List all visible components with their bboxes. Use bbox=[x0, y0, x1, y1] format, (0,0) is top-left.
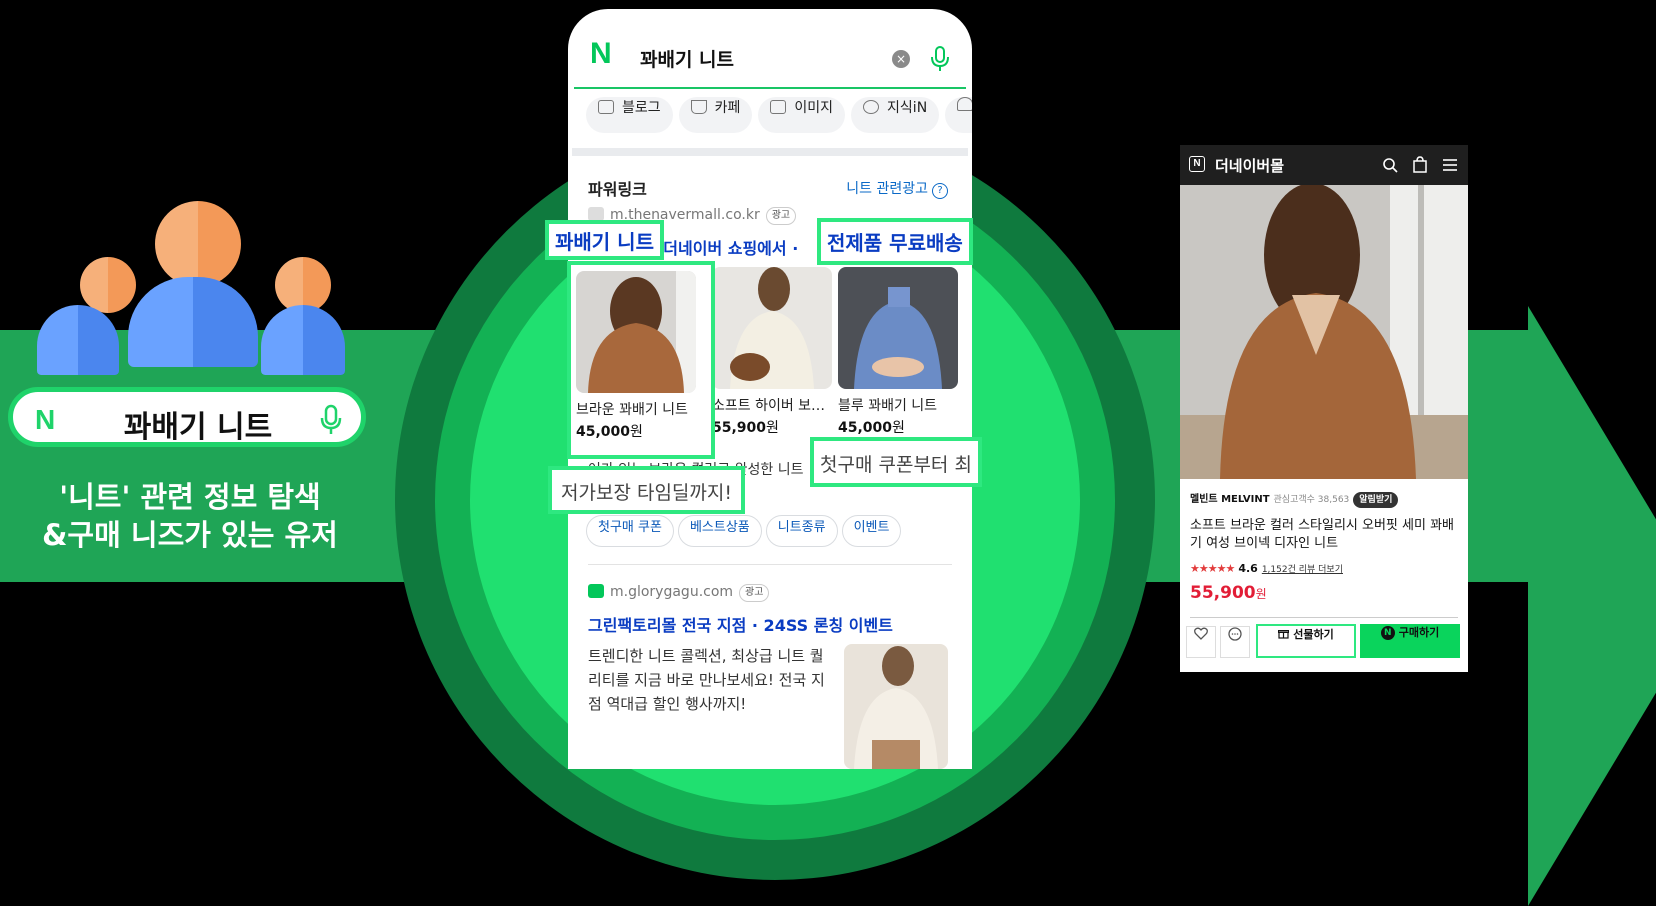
wishlist-button[interactable] bbox=[1186, 626, 1216, 658]
reviews-link[interactable]: 1,152건 리뷰 더보기 bbox=[1262, 565, 1343, 575]
heart-icon bbox=[1194, 627, 1208, 640]
chat-icon bbox=[1228, 627, 1242, 641]
ad-headline-2[interactable]: 그린팩토리몰 전국 지점 · 24SS 론칭 이벤트 bbox=[588, 612, 893, 636]
blog-icon bbox=[588, 584, 604, 598]
divider bbox=[588, 564, 952, 565]
product-price: 55,900원 bbox=[1190, 583, 1267, 603]
product-card[interactable]: 소프트 하이버 보… 55,900원 bbox=[712, 267, 832, 437]
naver-logo: N bbox=[590, 37, 612, 70]
site-icon bbox=[588, 207, 604, 221]
menu-icon[interactable] bbox=[1442, 158, 1458, 172]
product-image-cream bbox=[712, 267, 832, 389]
product-image-blue bbox=[838, 267, 958, 389]
rating-row: ★★★★★ 4.6 1,152건 리뷰 더보기 bbox=[1190, 562, 1343, 575]
product-title: 소프트 브라운 컬러 스타일리시 오버핏 세미 꽈배기 여성 브이넥 디자인 니… bbox=[1190, 518, 1454, 551]
alarm-button[interactable]: 알림받기 bbox=[1353, 492, 1399, 508]
ad-sitelinks: 첫구매 쿠폰 베스트상품 니트종류 이벤트 bbox=[586, 515, 905, 547]
person-icon bbox=[957, 97, 972, 111]
tab-more[interactable] bbox=[945, 97, 972, 133]
user-caption: '니트' 관련 정보 탐색 &구매 니즈가 있는 유저 bbox=[0, 478, 380, 554]
search-icon[interactable] bbox=[1382, 157, 1398, 173]
divider bbox=[1190, 617, 1458, 618]
callout-keyword: 꽈배기 니트 bbox=[545, 220, 664, 260]
callout-lowest-price: 저가보장 타임딜까지! bbox=[548, 466, 745, 514]
shop-header: N 더네이버몰 bbox=[1180, 145, 1468, 185]
search-input[interactable]: 꽈배기 니트 bbox=[640, 45, 734, 72]
gift-icon bbox=[1278, 630, 1290, 639]
related-ads-link[interactable]: 니트 관련광고? bbox=[846, 178, 948, 199]
divider bbox=[572, 148, 968, 156]
caption-line-2: &구매 니즈가 있는 유저 bbox=[42, 518, 338, 552]
tab-cafe[interactable]: 카페 bbox=[678, 97, 753, 133]
buy-button[interactable]: N 구매하기 bbox=[1360, 624, 1460, 658]
blog-icon bbox=[598, 100, 614, 114]
kin-icon bbox=[863, 100, 880, 114]
microphone-icon bbox=[320, 404, 342, 434]
ad-headline-1[interactable]: 는 더네이버 쇼핑에서 · bbox=[643, 235, 798, 259]
search-bar-illustration: N 꽈배기 니트 bbox=[8, 387, 366, 447]
users-illustration bbox=[35, 195, 355, 375]
ad-thumbnail[interactable] bbox=[844, 644, 948, 769]
callout-coupon: 첫구매 쿠폰부터 최 bbox=[810, 437, 982, 487]
highlight-product bbox=[567, 261, 715, 459]
sitelink-types[interactable]: 니트종류 bbox=[765, 515, 838, 547]
gift-button[interactable]: 선물하기 bbox=[1256, 624, 1356, 658]
shop-product-page: N 더네이버몰 멜빈트 MELVINT 관심고객수 38,563 알림받기 소프트 … bbox=[1180, 145, 1468, 672]
microphone-icon[interactable] bbox=[930, 46, 950, 72]
sitelink-coupon[interactable]: 첫구매 쿠폰 bbox=[586, 515, 674, 547]
purchase-bar: 선물하기 N 구매하기 bbox=[1180, 624, 1468, 664]
tab-image[interactable]: 이미지 bbox=[758, 97, 846, 133]
search-query-text: 꽈배기 니트 bbox=[123, 410, 273, 445]
product-card[interactable]: 블루 꽈배기 니트 45,000원 bbox=[838, 267, 958, 437]
bag-icon[interactable] bbox=[1412, 156, 1428, 173]
naver-pay-icon: N bbox=[1380, 626, 1395, 640]
ad-source-2[interactable]: m.glorygagu.com 광고 bbox=[588, 584, 770, 602]
naver-logo: N bbox=[1189, 156, 1205, 172]
tab-kin[interactable]: 지식iN bbox=[851, 97, 940, 133]
brand-row: 멜빈트 MELVINT 관심고객수 38,563 알림받기 bbox=[1190, 490, 1399, 508]
sitelink-best[interactable]: 베스트상품 bbox=[677, 515, 762, 547]
search-header: N 꽈배기 니트 × bbox=[574, 9, 966, 89]
product-photo[interactable] bbox=[1180, 183, 1468, 479]
callout-free-shipping: 전제품 무료배송 bbox=[817, 218, 973, 265]
cup-icon bbox=[690, 100, 707, 114]
shop-title: 더네이버몰 bbox=[1215, 157, 1285, 175]
powerlink-label: 파워링크 bbox=[588, 180, 647, 199]
ad-description-2: 트렌디한 니트 콜렉션, 최상급 니트 퀄리티를 지금 바로 만나보세요! 전국… bbox=[588, 647, 825, 713]
arrow-head bbox=[1528, 306, 1656, 906]
search-tabs: 블로그 카페 이미지 지식iN bbox=[586, 97, 972, 133]
star-rating-icon: ★★★★★ bbox=[1190, 562, 1235, 575]
help-icon[interactable]: ? bbox=[932, 183, 948, 199]
sitelink-event[interactable]: 이벤트 bbox=[841, 515, 902, 547]
chat-button[interactable] bbox=[1220, 626, 1250, 658]
tab-blog[interactable]: 블로그 bbox=[586, 97, 673, 133]
caption-line-1: '니트' 관련 정보 탐색 bbox=[59, 480, 321, 514]
image-icon bbox=[770, 100, 787, 114]
clear-icon[interactable]: × bbox=[892, 50, 910, 68]
naver-logo: N bbox=[35, 404, 56, 435]
